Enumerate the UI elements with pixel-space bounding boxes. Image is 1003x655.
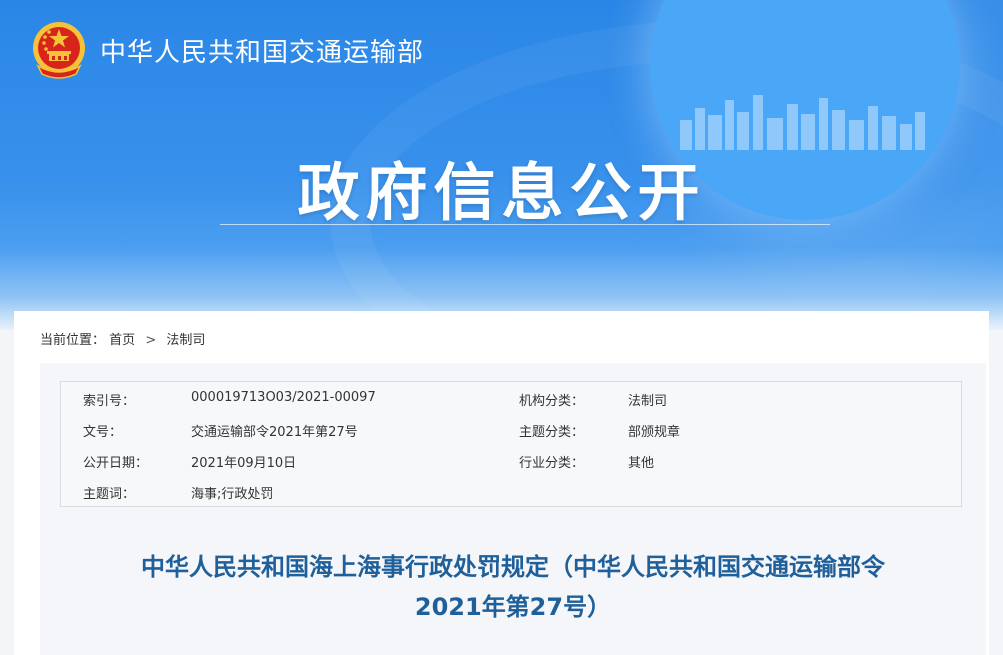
org-label: 机构分类： bbox=[519, 394, 585, 409]
keyword-label: 主题词： bbox=[83, 487, 136, 502]
topic-label: 主题分类： bbox=[519, 425, 585, 440]
keyword-value: 海事;行政处罚 bbox=[191, 487, 274, 502]
industry-label: 行业分类： bbox=[519, 456, 585, 471]
org-value: 法制司 bbox=[628, 394, 668, 409]
breadcrumb: 当前位置： 首页 > 法制司 bbox=[40, 329, 205, 348]
national-emblem-icon bbox=[33, 22, 85, 79]
metadata-table: 索引号： 000019713O03/2021-00097 机构分类： 法制司 文… bbox=[60, 381, 962, 507]
publish-date-label: 公开日期： bbox=[83, 456, 149, 471]
ministry-name[interactable]: 中华人民共和国交通运输部 bbox=[100, 32, 424, 69]
title-divider bbox=[220, 224, 830, 225]
breadcrumb-separator: > bbox=[145, 333, 157, 348]
doc-number-value: 交通运输部令2021年第27号 bbox=[191, 425, 358, 440]
breadcrumb-prefix: 当前位置： bbox=[40, 333, 106, 348]
document-title: 中华人民共和国海上海事行政处罚规定（中华人民共和国交通运输部令 2021年第27… bbox=[40, 547, 986, 627]
content-panel: 当前位置： 首页 > 法制司 索引号： 000019713O03/2021-00… bbox=[14, 311, 989, 655]
doc-number-label: 文号： bbox=[83, 425, 123, 440]
document-area: 索引号： 000019713O03/2021-00097 机构分类： 法制司 文… bbox=[40, 363, 986, 655]
city-skyline-icon bbox=[680, 95, 925, 150]
breadcrumb-current-link[interactable]: 法制司 bbox=[166, 333, 205, 348]
industry-value: 其他 bbox=[628, 456, 655, 471]
document-title-line1: 中华人民共和国海上海事行政处罚规定（中华人民共和国交通运输部令 bbox=[141, 553, 885, 581]
index-label: 索引号： bbox=[83, 394, 136, 409]
document-title-line2: 2021年第27号） bbox=[414, 593, 612, 621]
index-value: 000019713O03/2021-00097 bbox=[191, 390, 376, 405]
banner-title: 政府信息公开 bbox=[297, 156, 706, 229]
topic-value: 部颁规章 bbox=[628, 425, 681, 440]
header-banner: 中华人民共和国交通运输部 政府信息公开 bbox=[0, 0, 1003, 330]
publish-date-value: 2021年09月10日 bbox=[191, 456, 297, 471]
breadcrumb-home-link[interactable]: 首页 bbox=[109, 333, 135, 348]
